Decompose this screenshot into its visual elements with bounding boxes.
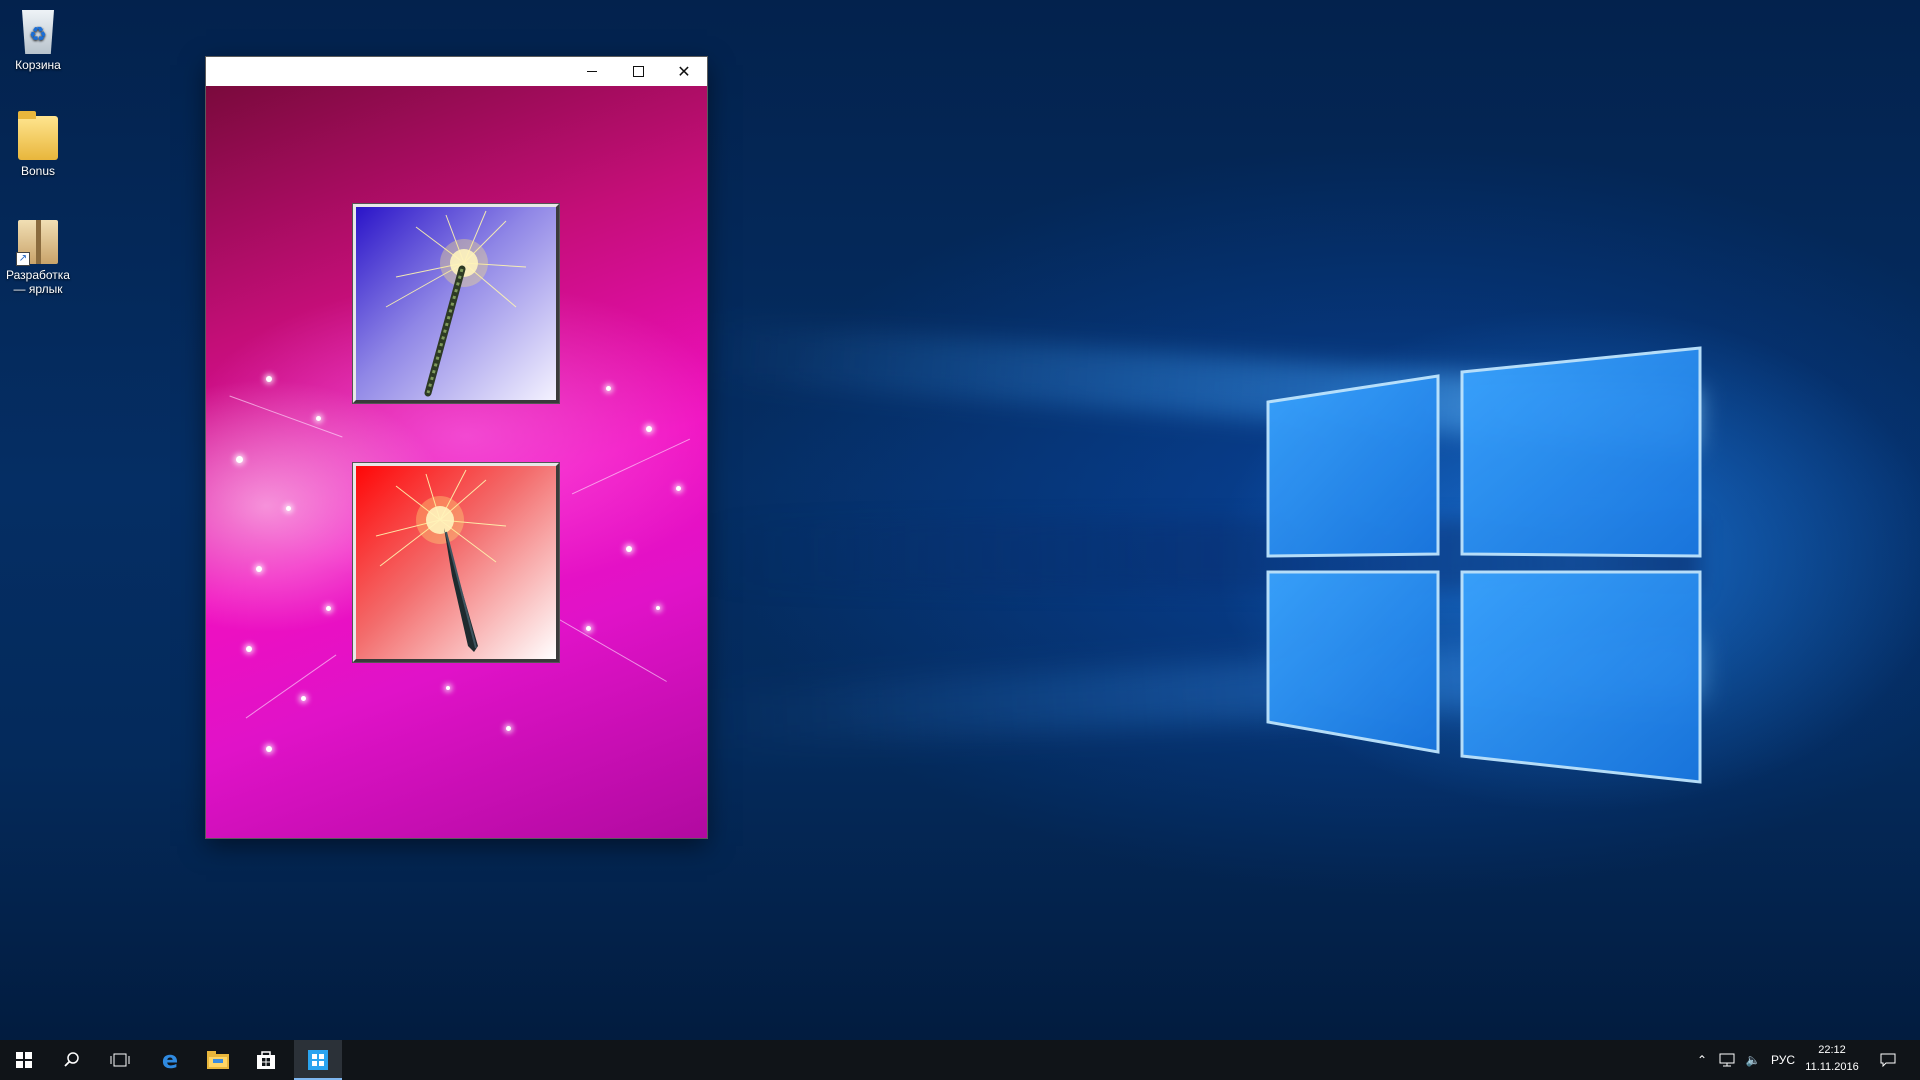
start-button[interactable] (0, 1040, 48, 1080)
maximize-button[interactable] (615, 57, 661, 86)
recycle-bin-icon (22, 10, 54, 54)
taskbar-app-button[interactable] (294, 1040, 342, 1080)
desktop-icon-recycle-bin[interactable]: Корзина (0, 10, 76, 72)
desktop-icon-label: Разработка — ярлык (6, 268, 70, 296)
clock-button[interactable]: 22:12 11.11.2016 (1800, 1042, 1864, 1078)
network-button[interactable] (1714, 1040, 1740, 1080)
start-icon (16, 1052, 32, 1068)
sparkle-decoration (301, 696, 306, 701)
sparkle-decoration (446, 686, 450, 690)
sparkle-decoration (626, 546, 632, 552)
spark-streak (571, 438, 691, 495)
volume-icon: 🔈 (1745, 1053, 1761, 1067)
volume-button[interactable]: 🔈 (1740, 1040, 1766, 1080)
edge-button[interactable]: e (146, 1040, 194, 1080)
sparkler-icon (385, 210, 527, 397)
shortcut-arrow-icon: ↗ (16, 252, 30, 266)
sparkler-icon (375, 469, 507, 652)
sparkle-decoration (606, 386, 611, 391)
window-client-area (206, 86, 707, 838)
sparkle-decoration (586, 626, 591, 631)
store-icon (257, 1051, 275, 1069)
sparkle-decoration (256, 566, 262, 572)
show-hidden-icons-button[interactable]: ⌃ (1690, 1040, 1714, 1080)
sparkle-decoration (286, 506, 291, 511)
package-icon: ↗ (16, 220, 58, 266)
sparkle-decoration (676, 486, 681, 491)
taskbar: e ⌃ 🔈 РУС 22:12 11.11.2016 (0, 1040, 1920, 1080)
desktop-icon-label: Bonus (20, 164, 56, 178)
sparkle-decoration (656, 606, 660, 610)
search-icon (64, 1052, 79, 1067)
sparkler-blue-button[interactable] (353, 204, 559, 403)
app-window: ✕ (206, 57, 707, 838)
desktop-icon-bonus[interactable]: Bonus (0, 111, 76, 178)
store-button[interactable] (242, 1040, 290, 1080)
sparkle-decoration (266, 376, 272, 382)
maximize-icon (632, 66, 644, 77)
sparkle-decoration (506, 726, 511, 731)
desktop-icon-label: Корзина (15, 58, 61, 72)
spark-streak (245, 654, 337, 719)
sparkle-decoration (236, 456, 243, 463)
network-icon (1719, 1053, 1735, 1067)
app-icon (308, 1050, 328, 1070)
folder-icon (18, 111, 58, 160)
file-explorer-button[interactable] (194, 1040, 242, 1080)
sparkle-decoration (246, 646, 252, 652)
minimize-icon (587, 71, 597, 72)
sparkle-decoration (326, 606, 331, 611)
search-button[interactable] (48, 1040, 96, 1080)
notification-icon (1880, 1053, 1896, 1067)
sparkler-red-button[interactable] (353, 463, 559, 662)
close-button[interactable]: ✕ (661, 57, 707, 86)
task-view-button[interactable] (96, 1040, 144, 1080)
windows-wallpaper-logo (1266, 346, 1702, 784)
close-icon: ✕ (677, 61, 691, 81)
edge-icon: e (161, 1046, 179, 1074)
spark-streak (545, 611, 667, 682)
minimize-button[interactable] (569, 57, 615, 86)
chevron-up-icon: ⌃ (1696, 1053, 1708, 1067)
sparkle-decoration (266, 746, 272, 752)
file-explorer-icon (207, 1051, 229, 1069)
clock-time: 22:12 (1818, 1044, 1846, 1056)
clock-date: 11.11.2016 (1805, 1061, 1859, 1073)
task-view-icon (110, 1053, 130, 1067)
spark-streak (229, 395, 343, 438)
sparkle-decoration (646, 426, 652, 432)
sparkle-decoration (316, 416, 321, 421)
desktop-icon-shortcut[interactable]: ↗ Разработка — ярлык (0, 220, 76, 296)
input-language-button[interactable]: РУС (1766, 1040, 1800, 1080)
language-indicator: РУС (1770, 1053, 1796, 1067)
action-center-button[interactable] (1870, 1040, 1906, 1080)
window-titlebar[interactable]: ✕ (206, 57, 707, 86)
